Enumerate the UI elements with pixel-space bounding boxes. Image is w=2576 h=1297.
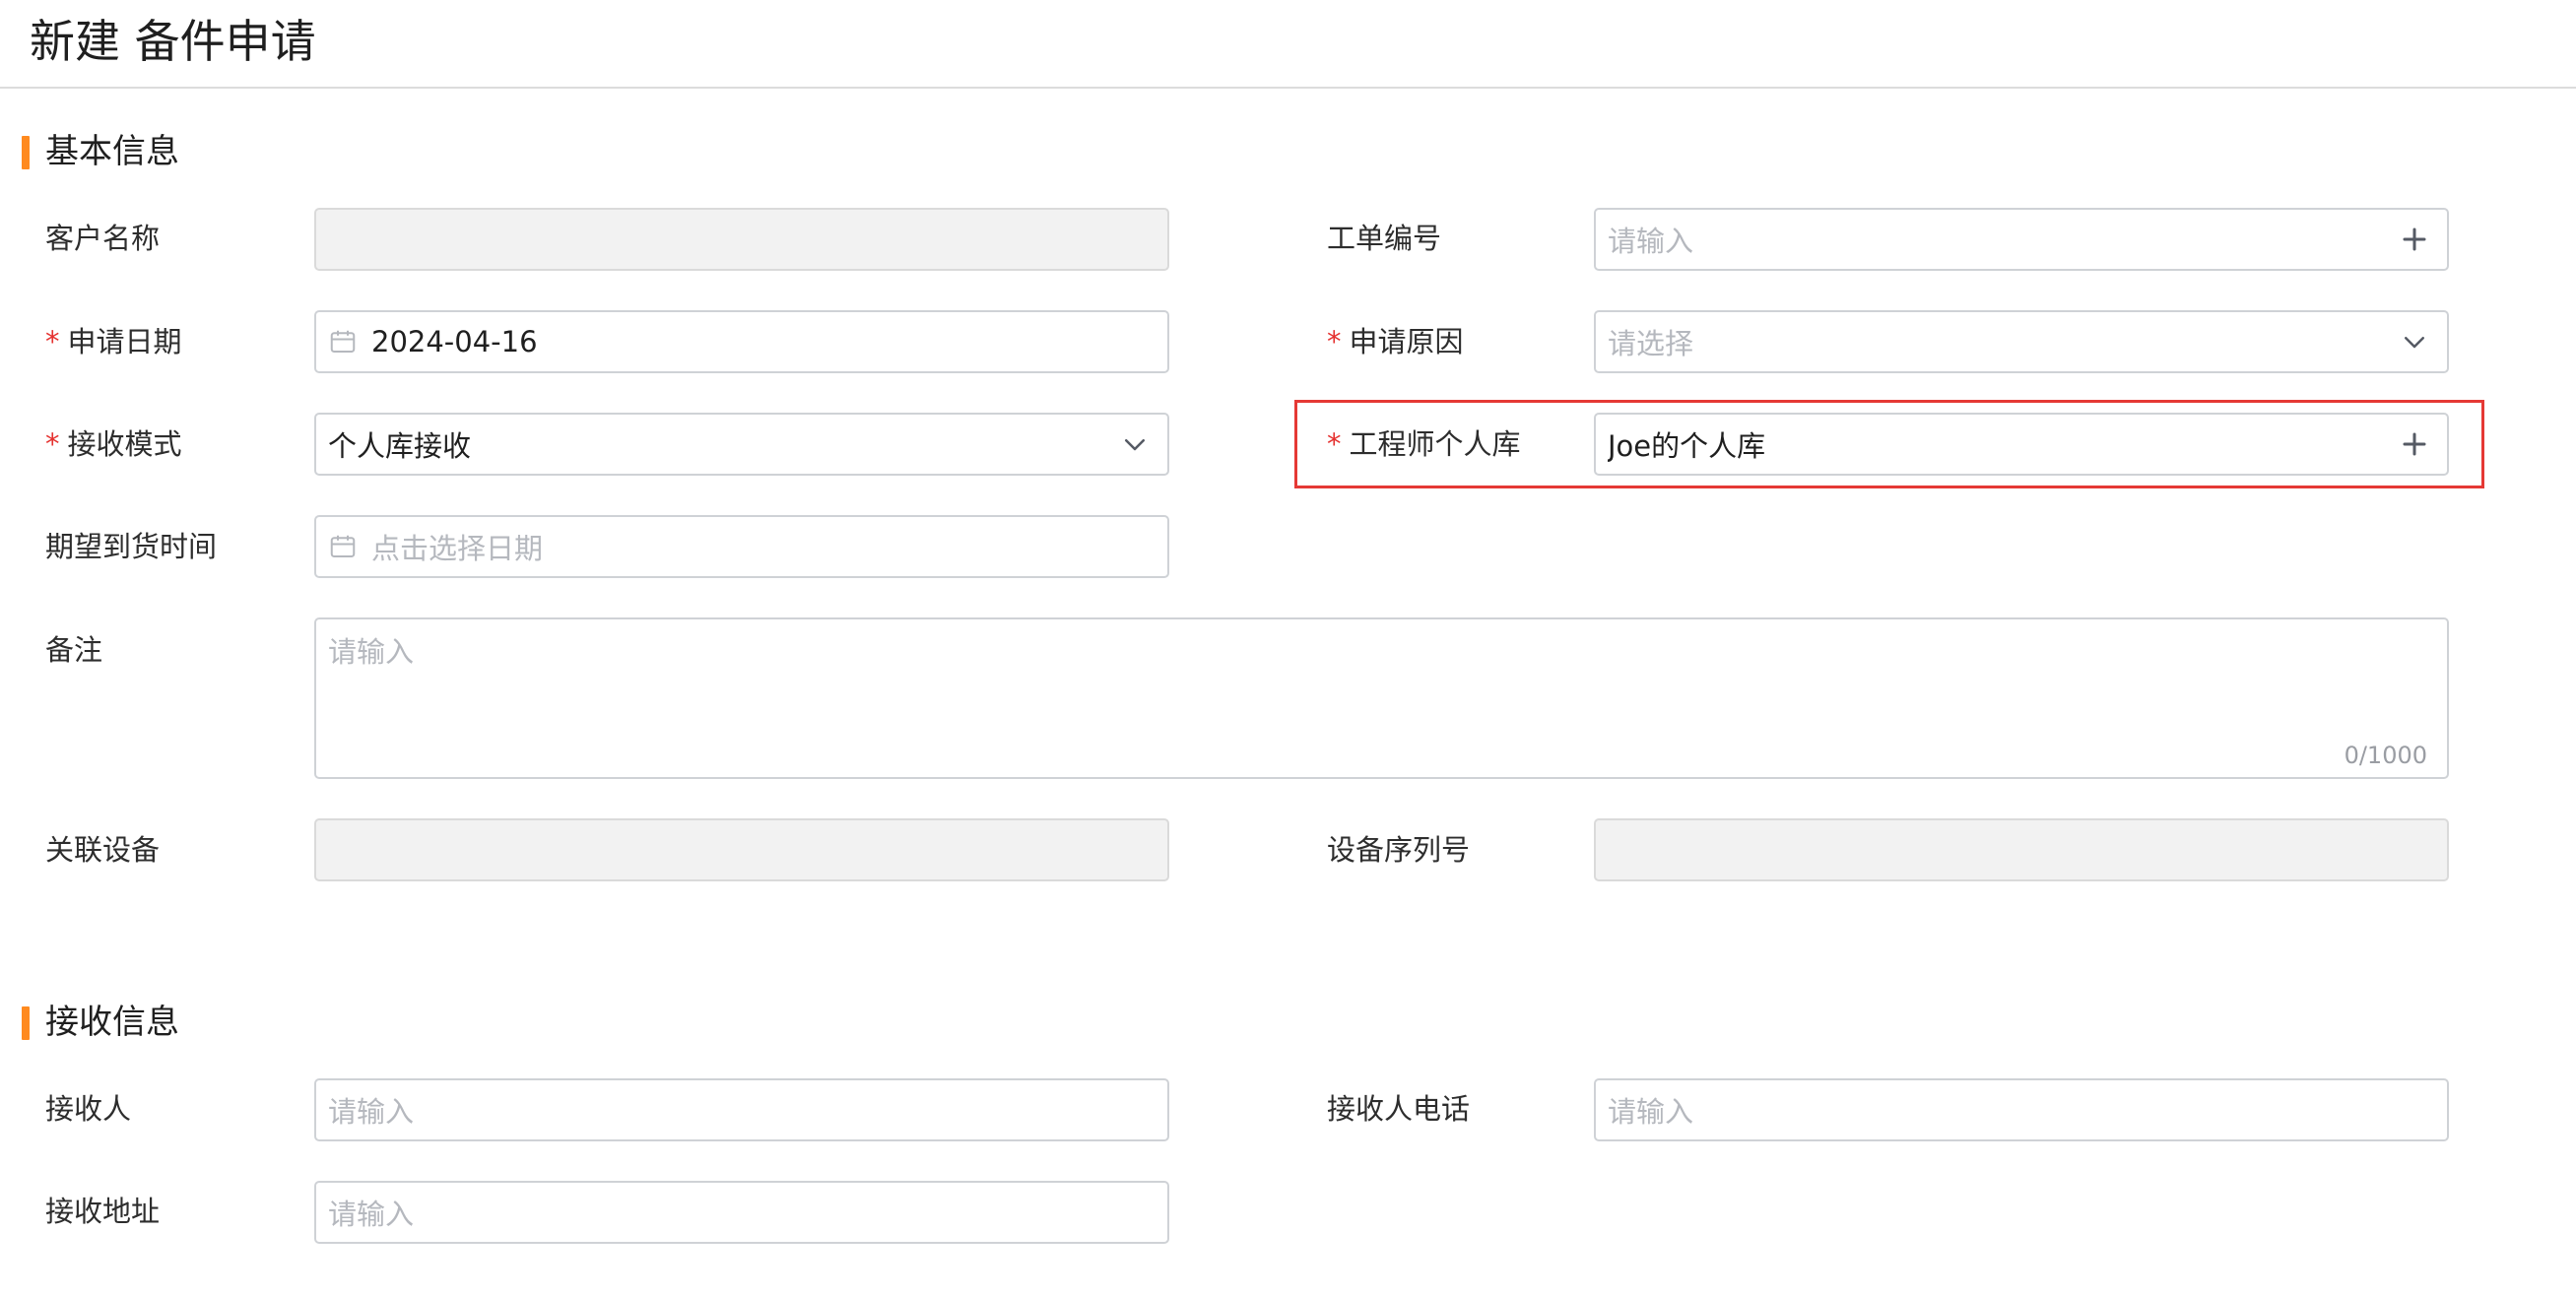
- engineer-store-label: * 工程师个人库: [1327, 424, 1521, 464]
- apply-date-label-text: 申请日期: [67, 325, 182, 358]
- device-serial-field: [1594, 818, 2449, 881]
- plus-icon[interactable]: [2400, 429, 2429, 459]
- chevron-down-icon: [2405, 337, 2424, 349]
- receive-mode-label: * 接收模式: [45, 424, 182, 464]
- remark-textarea[interactable]: 请输入 0/1000: [314, 617, 2449, 779]
- work-order-no-label: 工单编号: [1327, 222, 1442, 255]
- required-mark: *: [45, 427, 60, 461]
- remark-placeholder: 请输入: [328, 635, 415, 669]
- section-title-basic: 基本信息: [45, 132, 179, 171]
- customer-name-field: [314, 208, 1169, 271]
- apply-reason-placeholder: 请选择: [1608, 327, 1694, 360]
- expected-arrival-label: 期望到货时间: [45, 530, 218, 563]
- engineer-store-value: Joe的个人库: [1608, 429, 1766, 463]
- engineer-store-label-text: 工程师个人库: [1349, 427, 1521, 461]
- page-title: 新建 备件申请: [30, 15, 316, 68]
- work-order-no-placeholder: 请输入: [1608, 225, 1694, 258]
- receiver-label: 接收人: [45, 1092, 132, 1126]
- header-divider: [0, 87, 2576, 89]
- receive-mode-value: 个人库接收: [328, 429, 472, 463]
- expected-arrival-placeholder: 点击选择日期: [371, 532, 544, 565]
- receiver-phone-placeholder: 请输入: [1608, 1095, 1694, 1129]
- receiver-phone-label: 接收人电话: [1327, 1092, 1471, 1126]
- section-title-receive: 接收信息: [45, 1003, 179, 1042]
- calendar-icon: [330, 330, 356, 353]
- section-accent-bar: [22, 136, 30, 169]
- remark-char-counter: 0/1000: [2344, 742, 2427, 769]
- receiver-phone-input[interactable]: 请输入: [1594, 1078, 2449, 1141]
- required-mark: *: [1327, 325, 1342, 358]
- apply-reason-label-text: 申请原因: [1349, 325, 1464, 358]
- receiver-address-label: 接收地址: [45, 1195, 161, 1228]
- receive-mode-select[interactable]: 个人库接收: [314, 413, 1169, 476]
- device-serial-label: 设备序列号: [1327, 833, 1471, 867]
- plus-icon[interactable]: [2400, 225, 2429, 254]
- required-mark: *: [1327, 427, 1342, 461]
- related-device-label: 关联设备: [45, 833, 161, 867]
- receiver-input[interactable]: 请输入: [314, 1078, 1169, 1141]
- chevron-down-icon: [1125, 439, 1145, 451]
- work-order-no-field[interactable]: 请输入: [1594, 208, 2449, 271]
- section-accent-bar: [22, 1006, 30, 1040]
- apply-reason-label: * 申请原因: [1327, 322, 1464, 361]
- apply-date-value: 2024-04-16: [371, 325, 538, 358]
- receiver-placeholder: 请输入: [328, 1095, 415, 1129]
- expected-arrival-field[interactable]: 点击选择日期: [314, 515, 1169, 578]
- receiver-address-input[interactable]: 请输入: [314, 1181, 1169, 1244]
- related-device-field: [314, 818, 1169, 881]
- engineer-store-field[interactable]: Joe的个人库: [1594, 413, 2449, 476]
- apply-reason-select[interactable]: 请选择: [1594, 310, 2449, 373]
- receive-mode-label-text: 接收模式: [67, 427, 182, 461]
- calendar-icon: [330, 535, 356, 557]
- remark-label: 备注: [45, 633, 103, 667]
- receiver-address-placeholder: 请输入: [328, 1198, 415, 1231]
- apply-date-label: * 申请日期: [45, 322, 182, 361]
- customer-name-label: 客户名称: [45, 222, 161, 255]
- required-mark: *: [45, 325, 60, 358]
- apply-date-field[interactable]: 2024-04-16: [314, 310, 1169, 373]
